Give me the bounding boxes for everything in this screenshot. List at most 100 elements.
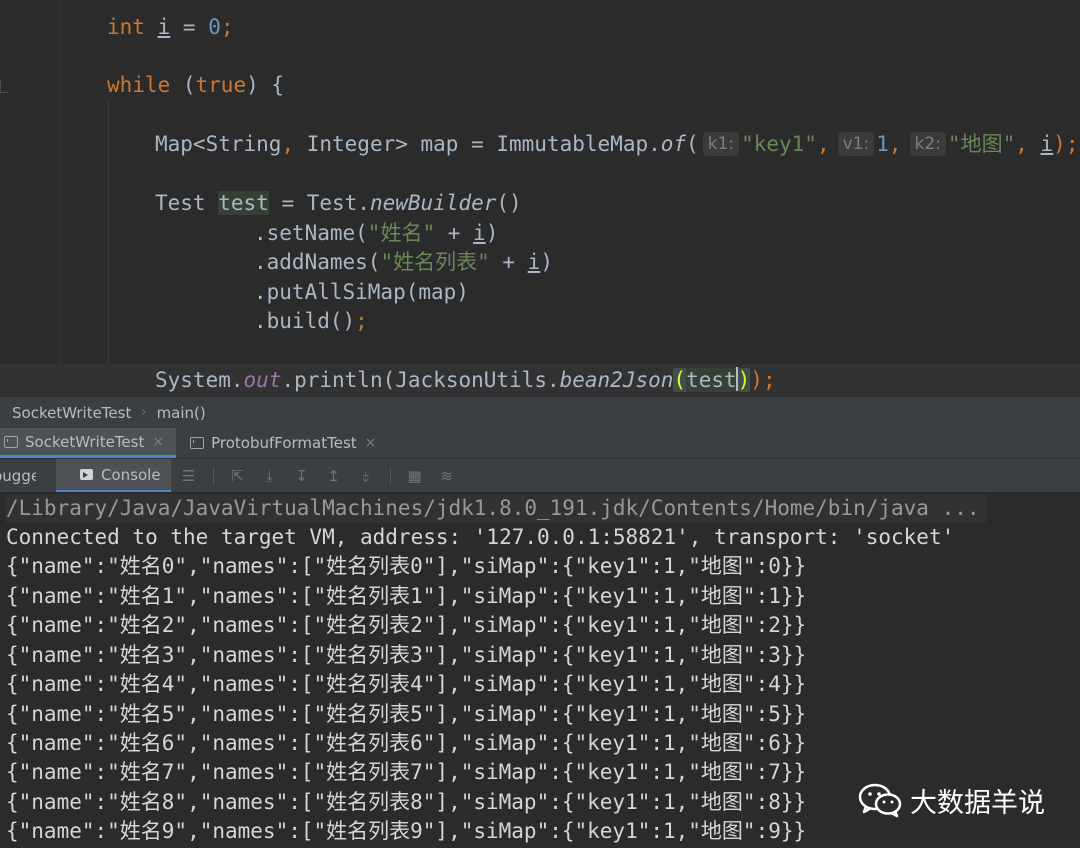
code-line-int[interactable]: int i = 0; xyxy=(107,12,234,42)
string-literal: "地图" xyxy=(947,132,1016,156)
code-line-build[interactable]: .build(); xyxy=(254,306,368,336)
variable: i xyxy=(473,221,486,245)
code-line-putall[interactable]: .putAllSiMap(map) xyxy=(254,277,469,307)
debug-toolbar: Debugger Console ☰ ⇱ ⤓ ↧ ↥ ⤈ ▦ ≋ xyxy=(0,458,1080,493)
console-line: {"name":"姓名8","names":["姓名列表8"],"siMap":… xyxy=(6,790,807,814)
keyword: int xyxy=(107,15,145,39)
trace-icon[interactable]: ≋ xyxy=(439,468,455,484)
comma: , xyxy=(816,132,830,156)
run-to-cursor-icon[interactable]: ⤈ xyxy=(358,468,374,484)
comma: , xyxy=(1015,132,1041,156)
console-line: {"name":"姓名5","names":["姓名列表5"],"siMap":… xyxy=(6,702,807,726)
tab-label: Console xyxy=(101,465,161,484)
gutter-divider xyxy=(60,0,61,396)
console-icon xyxy=(80,469,93,480)
step-into-icon[interactable]: ↧ xyxy=(294,468,310,484)
paren: ( xyxy=(170,73,196,97)
semicolon: ); xyxy=(750,368,776,392)
method-name: bean2Json xyxy=(559,368,674,392)
string-literal: "姓名" xyxy=(367,221,436,245)
code-line-map[interactable]: Map<String, Integer> map = ImmutableMap.… xyxy=(155,129,1078,159)
variable: i xyxy=(1040,132,1054,156)
run-tab-bar: SocketWriteTest × ProtobufFormatTest × xyxy=(0,428,1080,458)
variable: i xyxy=(527,250,541,274)
show-execution-point-icon[interactable]: ⇱ xyxy=(230,468,246,484)
evaluate-expression-icon[interactable]: ▦ xyxy=(407,468,423,484)
operator: + xyxy=(435,221,474,245)
tab-label: Debugger xyxy=(0,467,36,485)
variable: i xyxy=(157,15,171,39)
code-editor[interactable]: int i = 0; while (true) { Map<String, In… xyxy=(0,0,1080,396)
code-text: .putAllSiMap(map) xyxy=(254,280,469,304)
param-hint: v1: xyxy=(837,132,875,156)
operator: + xyxy=(489,250,528,274)
code-line-setname[interactable]: .setName("姓名" + i) xyxy=(254,218,498,248)
comma: , xyxy=(281,132,295,156)
tab-console[interactable]: Console xyxy=(56,459,171,493)
console-line: {"name":"姓名9","names":["姓名列表9"],"siMap":… xyxy=(6,819,807,843)
tab-protobufformattest[interactable]: ProtobufFormatTest × xyxy=(186,428,388,458)
fold-marker-icon[interactable] xyxy=(0,80,9,93)
watermark-text: 大数据羊说 xyxy=(910,787,1045,819)
paren: ) xyxy=(540,250,553,274)
code-line-while[interactable]: while (true) { xyxy=(107,70,284,100)
matched-bracket: ( xyxy=(673,368,687,392)
close-icon[interactable]: × xyxy=(365,435,377,451)
method-name: of xyxy=(660,132,687,156)
number-literal: 0 xyxy=(208,15,221,39)
static-field: out xyxy=(243,368,282,392)
code-text: Integer> map = ImmutableMap. xyxy=(294,132,661,156)
watermark: 大数据羊说 xyxy=(858,778,1058,822)
step-out-icon[interactable]: ↥ xyxy=(326,468,342,484)
param-hint: k1: xyxy=(702,132,740,156)
code-text: .setName( xyxy=(254,221,368,245)
console-line: {"name":"姓名2","names":["姓名列表2"],"siMap":… xyxy=(6,613,807,637)
code-line-addnames[interactable]: .addNames("姓名列表" + i) xyxy=(254,247,553,277)
code-text: Test xyxy=(155,191,219,215)
param-hint: k2: xyxy=(909,132,946,156)
tab-socketwritetest[interactable]: SocketWriteTest × xyxy=(0,428,177,458)
console-line: {"name":"姓名3","names":["姓名列表3"],"siMap":… xyxy=(6,643,807,667)
paren: ) { xyxy=(246,73,285,97)
string-literal: "key1" xyxy=(741,132,817,156)
method-name: newBuilder xyxy=(369,191,497,215)
toolbar-divider xyxy=(389,467,391,485)
code-text: = Test. xyxy=(268,191,370,215)
keyword: while xyxy=(107,73,171,97)
code-text: .println(JacksonUtils. xyxy=(281,368,560,392)
semicolon: ; xyxy=(355,309,368,333)
code-text: .build() xyxy=(254,309,356,333)
tab-debugger[interactable]: Debugger xyxy=(0,467,36,485)
semicolon: ); xyxy=(1053,132,1079,156)
breadcrumb-method[interactable]: main() xyxy=(157,404,206,422)
breadcrumb: SocketWriteTest › main() xyxy=(0,396,1080,429)
code-text: Map<String xyxy=(155,132,282,156)
step-over-icon[interactable]: ⤓ xyxy=(262,468,278,484)
operator: = xyxy=(170,15,209,39)
string-literal: "姓名列表" xyxy=(380,250,490,274)
code-text: System. xyxy=(155,368,244,392)
keyword: true xyxy=(195,73,247,97)
variable: test xyxy=(218,191,269,215)
tab-label: ProtobufFormatTest xyxy=(211,434,357,452)
code-text: .addNames( xyxy=(254,250,381,274)
semicolon: ; xyxy=(220,15,234,39)
number-literal: 1 xyxy=(876,132,889,156)
breadcrumb-class[interactable]: SocketWriteTest xyxy=(12,404,131,422)
paren: ( xyxy=(686,132,699,156)
tab-label: SocketWriteTest xyxy=(25,432,145,451)
console-line: {"name":"姓名1","names":["姓名列表1"],"siMap":… xyxy=(6,584,807,608)
breadcrumb-separator-icon: › xyxy=(141,405,147,420)
console-line-command: /Library/Java/JavaVirtualMachines/jdk1.8… xyxy=(6,494,986,523)
close-icon[interactable]: × xyxy=(152,434,164,450)
code-line-println[interactable]: System.out.println(JacksonUtils.bean2Jso… xyxy=(155,365,776,395)
menu-icon[interactable]: ☰ xyxy=(181,468,197,484)
console-line: {"name":"姓名4","names":["姓名列表4"],"siMap":… xyxy=(6,672,807,696)
matched-bracket: ) xyxy=(737,368,751,392)
console-line: {"name":"姓名6","names":["姓名列表6"],"siMap":… xyxy=(6,731,807,755)
paren: ) xyxy=(485,221,499,245)
toolbar-divider xyxy=(212,467,214,485)
code-line-test[interactable]: Test test = Test.newBuilder() xyxy=(155,188,522,218)
comma: , xyxy=(888,132,902,156)
run-config-icon xyxy=(190,437,205,449)
